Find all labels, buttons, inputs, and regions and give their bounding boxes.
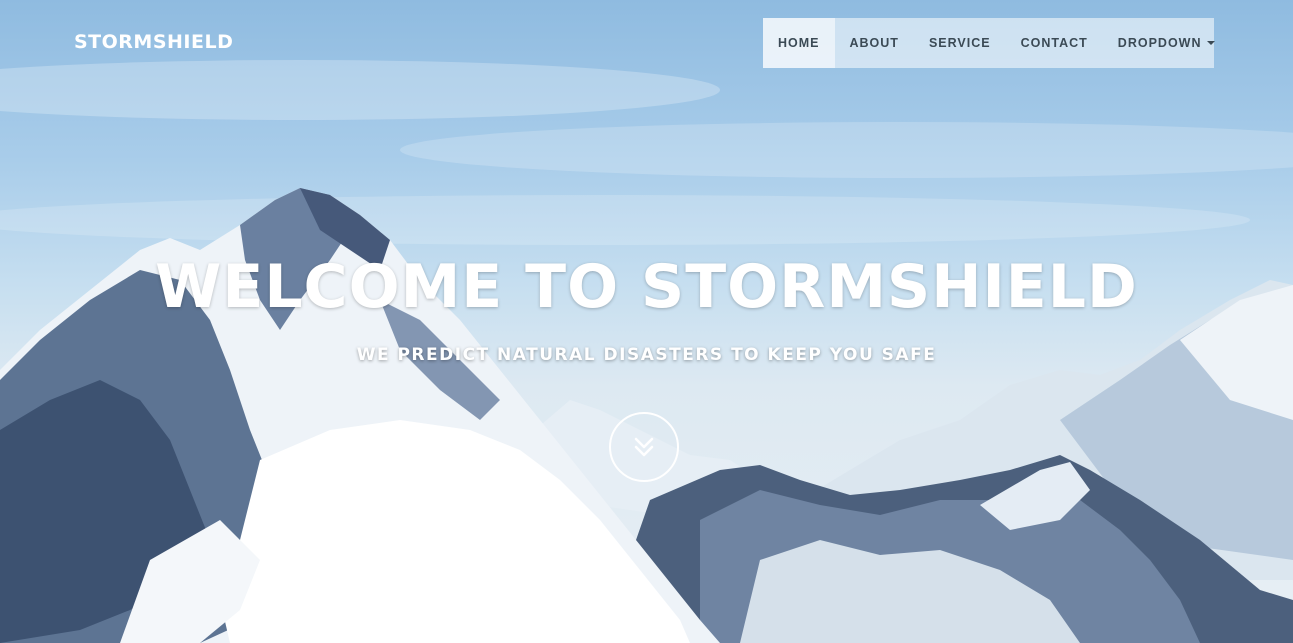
nav-item-home[interactable]: HOME [763,18,835,68]
nav-item-label: HOME [778,36,820,50]
main-navigation: HOME ABOUT SERVICE CONTACT DROPDOWN [763,18,1215,68]
nav-item-label: CONTACT [1020,36,1088,50]
nav-item-contact[interactable]: CONTACT [1006,18,1103,68]
nav-item-label: ABOUT [849,36,899,50]
scroll-down-button[interactable] [609,412,679,482]
nav-item-dropdown[interactable]: DROPDOWN [1103,18,1230,68]
hero-section: STORMSHIELD HOME ABOUT SERVICE CONTACT D… [0,0,1293,643]
nav-item-about[interactable]: ABOUT [835,18,914,68]
double-chevron-down-icon [634,437,654,457]
hero-title: WELCOME TO STORMSHIELD [155,252,1138,322]
hero-subtitle: WE PREDICT NATURAL DISASTERS TO KEEP YOU… [356,345,937,365]
nav-item-service[interactable]: SERVICE [914,18,1006,68]
nav-item-label: DROPDOWN [1117,36,1202,50]
brand-logo[interactable]: STORMSHIELD [74,31,233,53]
caret-down-icon [1206,41,1215,45]
nav-item-label: SERVICE [928,36,991,50]
